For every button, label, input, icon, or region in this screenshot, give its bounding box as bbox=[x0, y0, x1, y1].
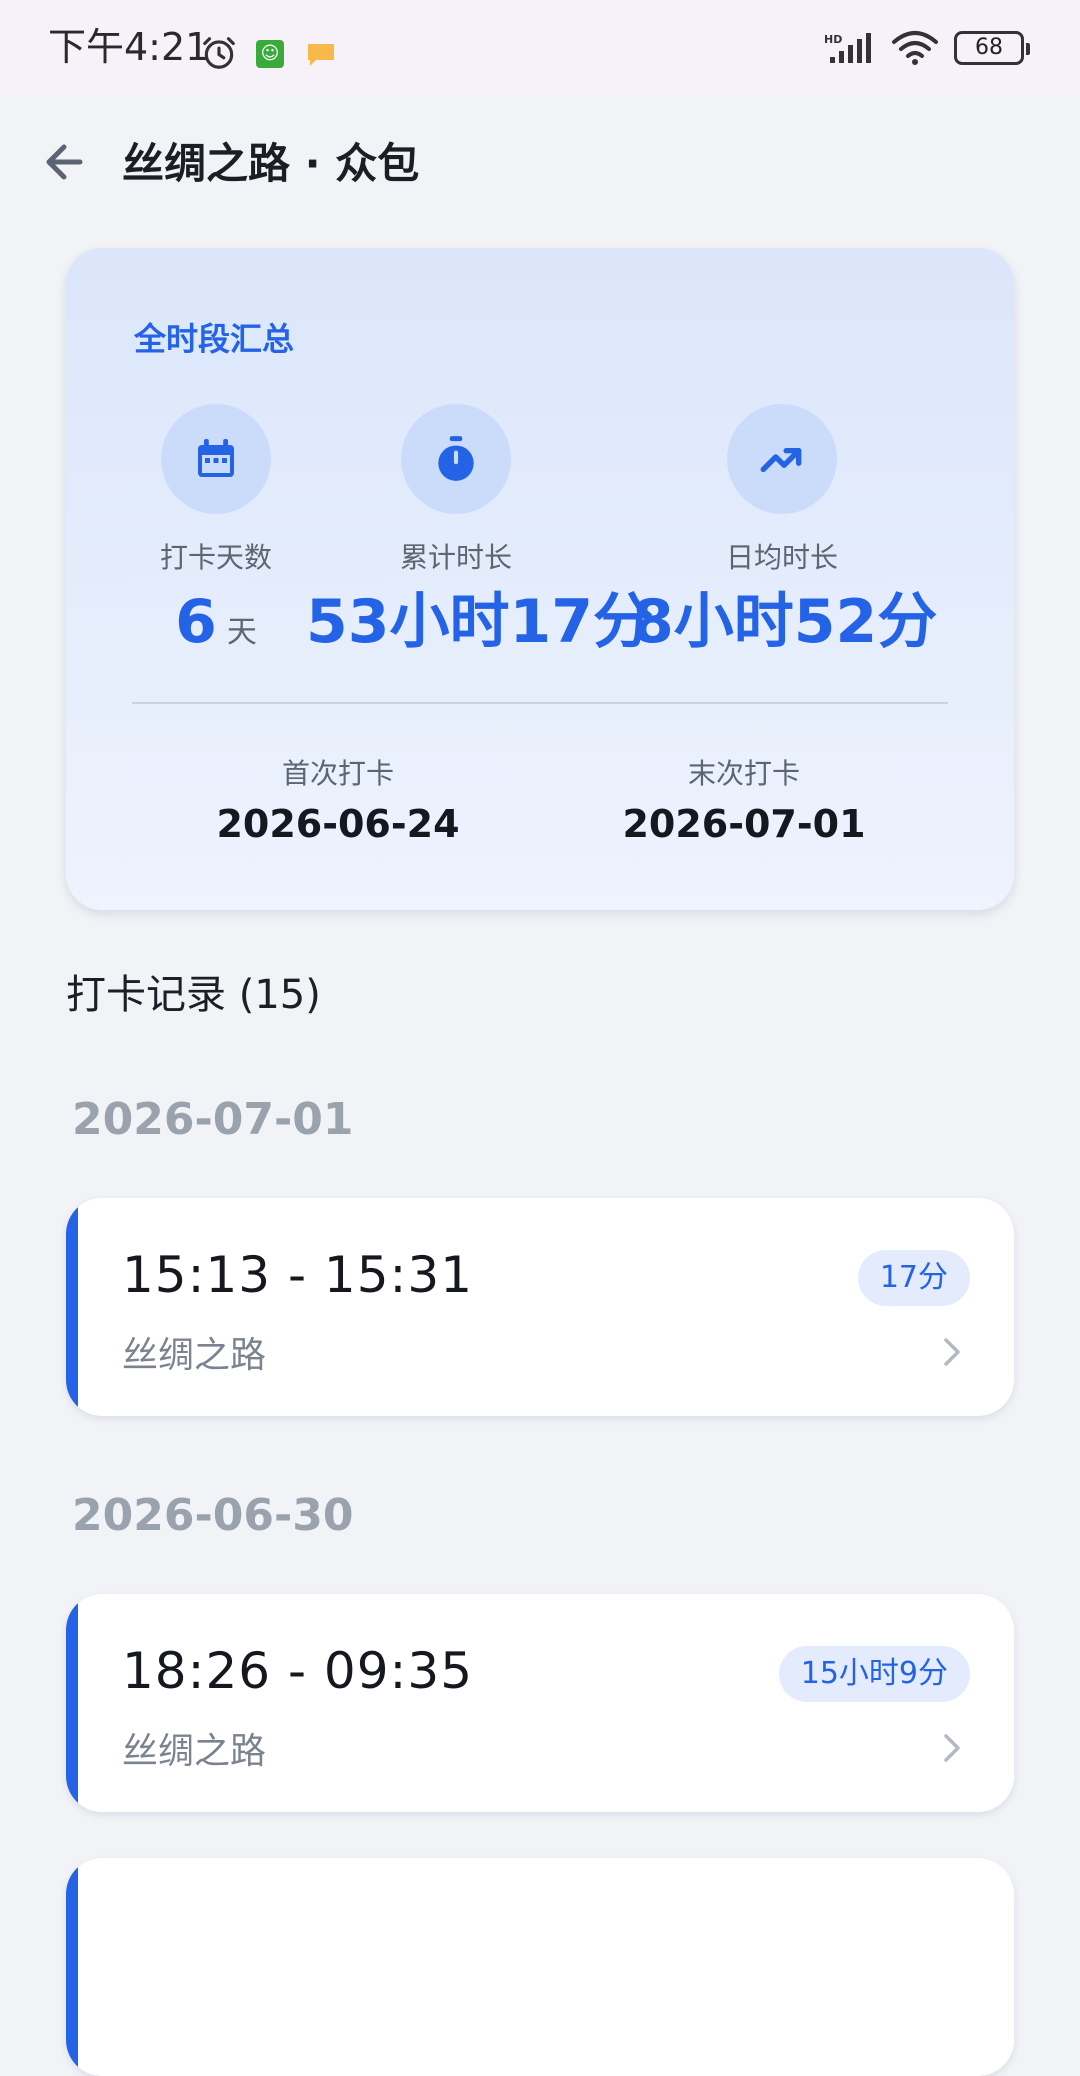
app-header: 丝绸之路 · 众包 bbox=[0, 94, 1080, 224]
stat-value: 53小时17分 bbox=[306, 587, 653, 657]
svg-text:HD: HD bbox=[824, 33, 842, 46]
stat-daily-average: 日均时长 8小时52分 bbox=[632, 404, 938, 658]
summary-divider bbox=[132, 702, 948, 704]
stat-icon-circle bbox=[401, 404, 511, 514]
day-heading: 2026-07-01 bbox=[72, 1094, 354, 1145]
record-time-range: 18:26 - 09:35 bbox=[122, 1642, 474, 1700]
stat-value: 8小时52分 bbox=[632, 587, 938, 657]
record-place: 丝绸之路 bbox=[122, 1731, 267, 1772]
stat-unit: 天 bbox=[226, 615, 257, 650]
stat-total-duration: 累计时长 53小时17分 bbox=[306, 404, 653, 658]
day-heading: 2026-06-30 bbox=[72, 1490, 354, 1541]
duration-badge: 17分 bbox=[857, 1250, 970, 1306]
status-time: 下午4:21 bbox=[48, 25, 210, 69]
stat-icon-circle bbox=[727, 404, 837, 514]
last-checkin: 末次打卡 2026-07-01 bbox=[574, 752, 914, 846]
record-accent-bar bbox=[66, 1858, 78, 2076]
first-checkin: 首次打卡 2026-06-24 bbox=[168, 752, 508, 846]
record-accent-bar bbox=[66, 1594, 78, 1812]
page-title: 丝绸之路 · 众包 bbox=[122, 139, 420, 188]
record-card[interactable]: 15:13 - 15:31 丝绸之路 17分 bbox=[66, 1198, 1014, 1416]
stat-value-number: 6 bbox=[175, 587, 217, 657]
trending-up-icon bbox=[760, 447, 802, 473]
duration-badge: 15小时9分 bbox=[778, 1646, 970, 1702]
last-checkin-label: 末次打卡 bbox=[687, 757, 800, 790]
summary-title: 全时段汇总 bbox=[134, 320, 295, 358]
app-notification-icon: ☺ bbox=[256, 40, 284, 68]
timer-icon bbox=[438, 436, 474, 481]
status-bar: 下午4:21 ☺ HD 68 bbox=[0, 0, 1080, 94]
alarm-icon bbox=[203, 37, 235, 69]
record-card-partial[interactable] bbox=[66, 1858, 1014, 2076]
stat-label: 日均时长 bbox=[725, 541, 838, 574]
first-checkin-label: 首次打卡 bbox=[281, 757, 394, 790]
stat-icon-circle bbox=[161, 404, 271, 514]
record-card[interactable]: 18:26 - 09:35 丝绸之路 15小时9分 bbox=[66, 1594, 1014, 1812]
back-arrow-icon[interactable] bbox=[36, 132, 96, 192]
record-accent-bar bbox=[66, 1198, 78, 1416]
message-notification-icon bbox=[308, 44, 334, 66]
battery-icon: 68 bbox=[954, 31, 1030, 65]
calendar-icon bbox=[198, 439, 234, 477]
last-checkin-date: 2026-07-01 bbox=[622, 802, 866, 846]
records-title: 打卡记录 (15) bbox=[66, 972, 321, 1018]
first-checkin-date: 2026-06-24 bbox=[216, 802, 460, 846]
wifi-icon bbox=[892, 31, 938, 65]
record-time-range: 15:13 - 15:31 bbox=[122, 1246, 474, 1304]
chevron-right-icon bbox=[944, 1734, 960, 1762]
chevron-right-icon bbox=[944, 1338, 960, 1366]
record-place: 丝绸之路 bbox=[122, 1335, 267, 1376]
stat-label: 累计时长 bbox=[399, 541, 512, 574]
signal-icon: HD bbox=[824, 33, 871, 63]
summary-card: 全时段汇总 打卡天数 6天 累计时长 53小时17分 日均时长 8小时52分 首… bbox=[66, 248, 1014, 910]
status-right-group: HD 68 bbox=[824, 30, 1030, 66]
